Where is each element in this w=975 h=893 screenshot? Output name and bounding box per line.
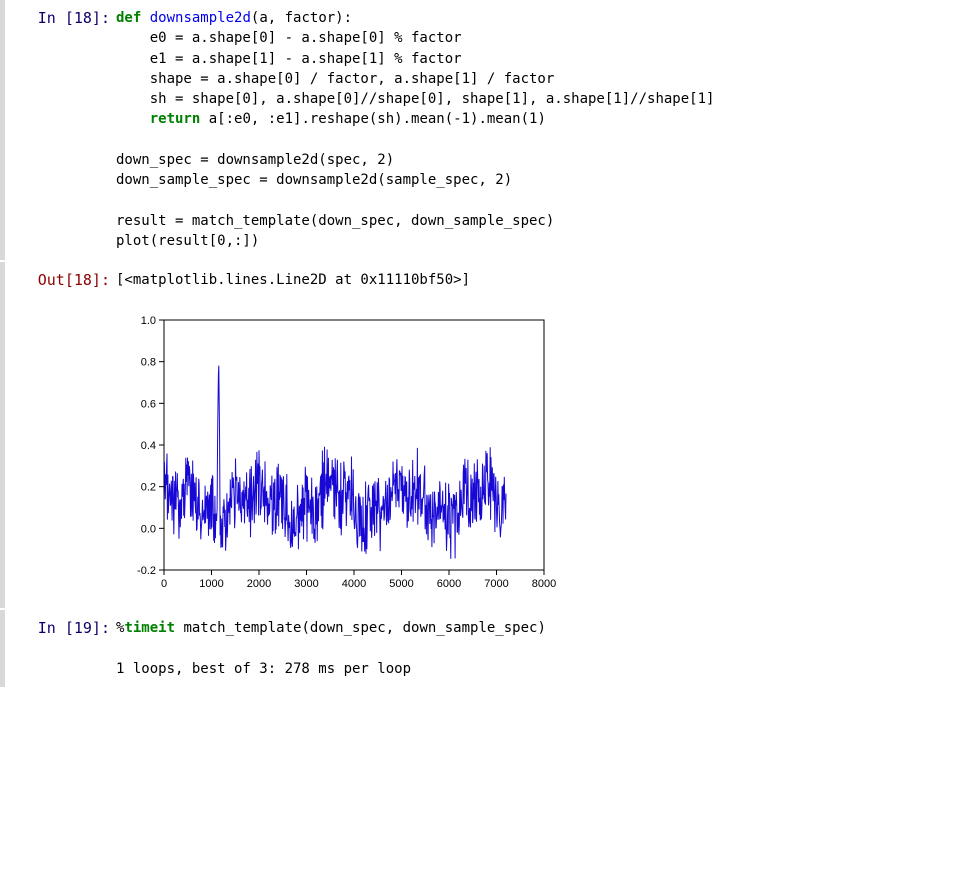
xtick-label: 2000 xyxy=(247,578,271,590)
cell-18-output: Out[18]: [<matplotlib.lines.Line2D at 0x… xyxy=(0,262,975,608)
output-text-19: 1 loops, best of 3: 278 ms per loop xyxy=(116,659,965,679)
ytick-label: 0.2 xyxy=(141,482,156,494)
ytick-label: 0.6 xyxy=(141,398,156,410)
ytick-label: 0.4 xyxy=(141,440,156,452)
xtick-label: 0 xyxy=(161,578,167,590)
xtick-label: 1000 xyxy=(199,578,223,590)
ytick-label: 0.8 xyxy=(141,357,156,369)
xtick-label: 4000 xyxy=(342,578,366,590)
in-prompt-19: In [19]: xyxy=(5,618,116,639)
xtick-label: 3000 xyxy=(294,578,318,590)
code-block-19[interactable]: %timeit match_template(down_spec, down_s… xyxy=(116,618,965,638)
series-line xyxy=(164,365,506,558)
ytick-label: 0.0 xyxy=(141,523,156,535)
plot-output: -0.2 0.0 0.2 0.4 0.6 0.8 1.0 0 1000 2000 3000 4000 5… xyxy=(116,310,965,600)
cell-19: In [19]: %timeit match_template(down_spe… xyxy=(0,610,975,687)
xtick-label: 8000 xyxy=(532,578,556,590)
xtick-label: 7000 xyxy=(484,578,508,590)
ytick-label: -0.2 xyxy=(137,565,156,577)
cell-18: In [18]: def downsample2d(a, factor): e0… xyxy=(0,0,975,260)
output-text-18: [<matplotlib.lines.Line2D at 0x11110bf50… xyxy=(116,270,965,290)
ytick-label: 1.0 xyxy=(141,315,156,327)
xtick-label: 6000 xyxy=(437,578,461,590)
out-prompt-18: Out[18]: xyxy=(5,270,116,291)
xtick-label: 5000 xyxy=(389,578,413,590)
in-prompt-18: In [18]: xyxy=(5,8,116,29)
code-block-18[interactable]: def downsample2d(a, factor): e0 = a.shap… xyxy=(116,8,965,252)
